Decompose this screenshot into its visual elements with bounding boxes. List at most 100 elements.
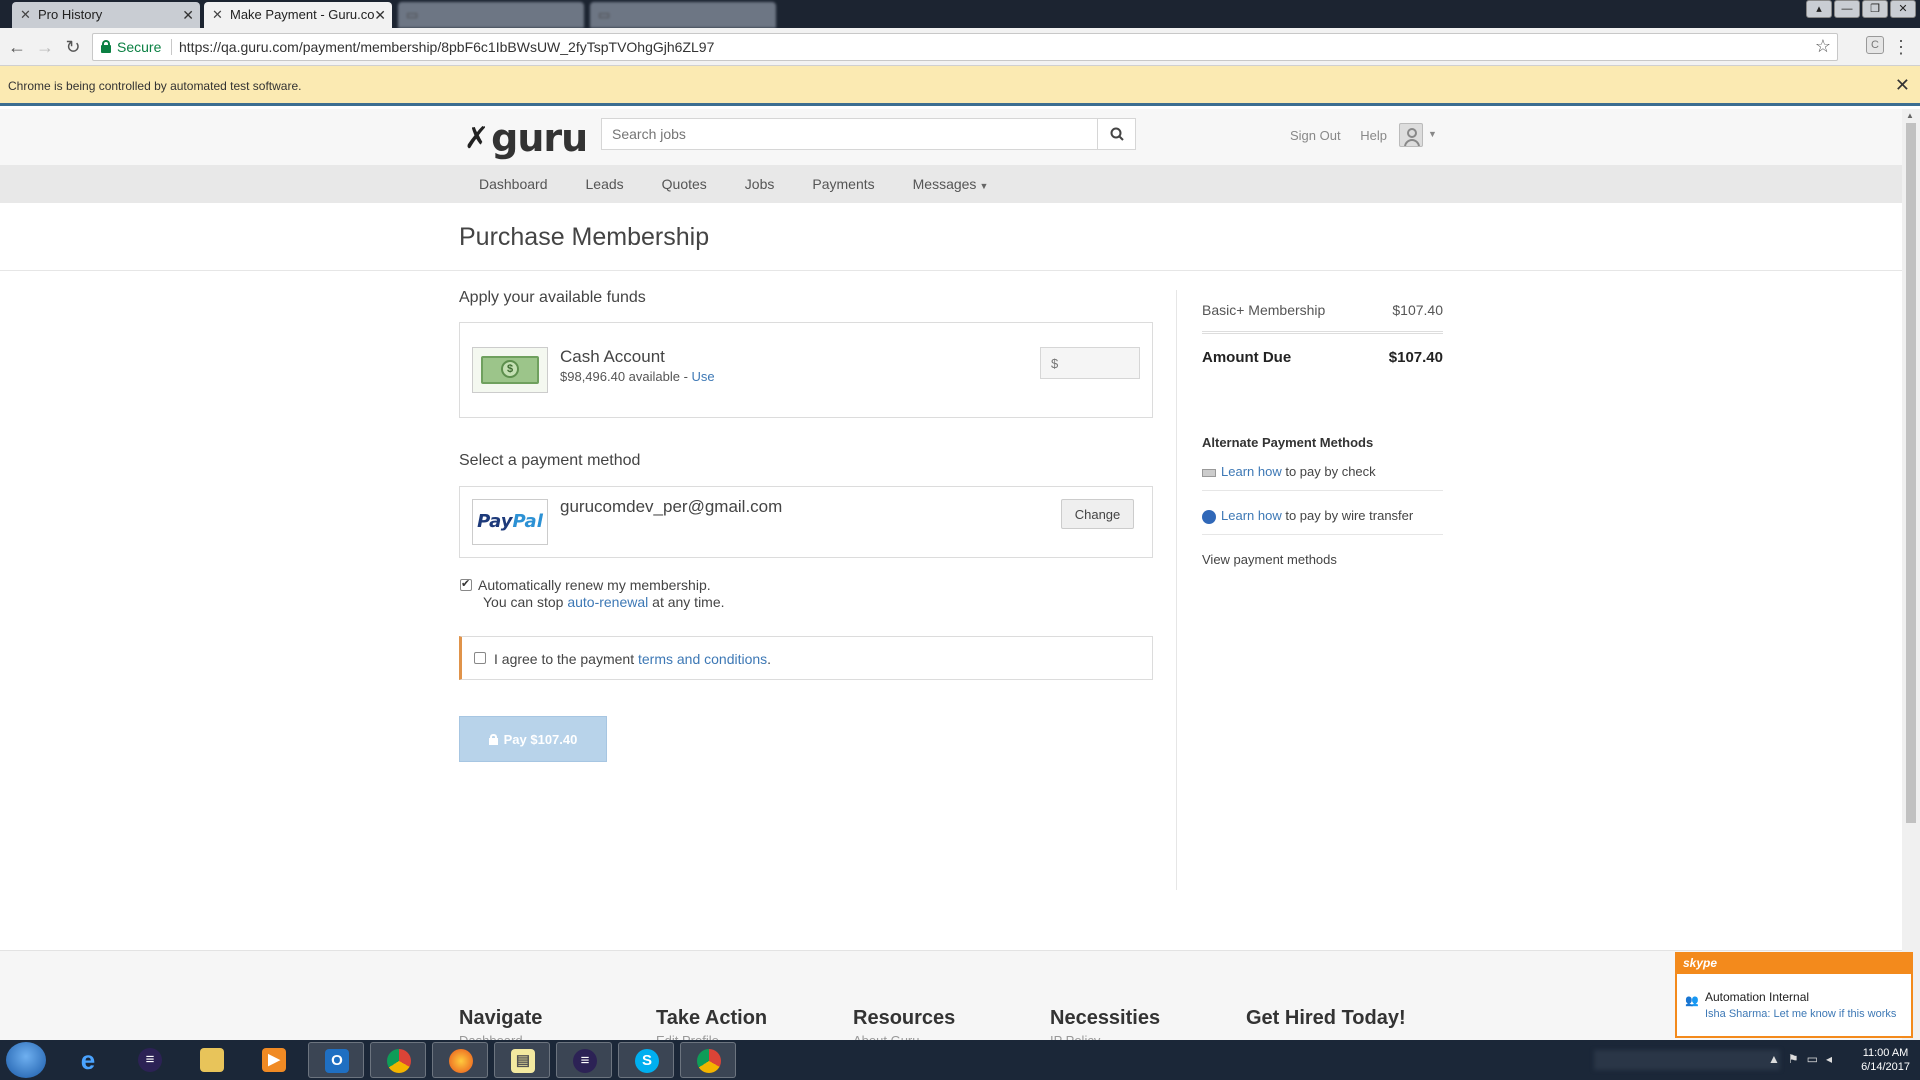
browser-tab-bar: ✕ Pro History ✕ ✕ Make Payment - Guru.co… [0,0,1920,28]
chevron-down-icon: ▼ [979,181,989,191]
terms-link[interactable]: terms and conditions [638,651,767,667]
taskbar-skype[interactable]: S [618,1042,674,1078]
use-funds-link[interactable]: Use [692,369,715,384]
infobar-text: Chrome is being controlled by automated … [8,79,302,93]
search-box [601,118,1136,150]
auto-renew-checkbox[interactable] [460,577,472,591]
sign-out-link[interactable]: Sign Out [1290,128,1341,143]
search-input[interactable] [602,119,1098,149]
extension-icon[interactable]: C [1866,36,1884,54]
terms-checkbox[interactable] [474,652,486,664]
tab-favicon-icon: ▭ [598,7,611,22]
tab-blurred-1[interactable]: ▭ [398,2,584,28]
cash-account-title: Cash Account [560,347,665,366]
taskbar-media-player[interactable]: ▶ [246,1042,302,1078]
amount-due: Amount Due $107.40 [1202,349,1443,366]
auto-renew-note: You can stop auto-renewal at any time. [483,594,725,610]
taskbar-notes[interactable]: ▤ [494,1042,550,1078]
globe-icon [1202,509,1216,524]
taskbar-internet-explorer[interactable]: e [60,1042,116,1078]
nav-messages[interactable]: Messages ▼ [894,176,1008,192]
funds-heading: Apply your available funds [459,289,646,306]
skype-chat-title: Automation Internal [1705,990,1810,1004]
system-tray-icons[interactable]: ▲⚑▭◂ [1768,1052,1840,1066]
firefox-icon [449,1049,473,1073]
scroll-up-icon[interactable]: ▲ [1906,111,1914,120]
restore-icon[interactable]: ❐ [1862,0,1888,18]
payment-method-card: PayPal gurucomdev_per@gmail.com Change [459,486,1153,558]
back-icon[interactable]: ← [4,34,30,60]
guru-favicon-icon: ✕ [212,7,223,22]
terms-label: I agree to the payment terms and conditi… [494,651,772,667]
tab-make-payment[interactable]: ✕ Make Payment - Guru.co ✕ [204,2,392,28]
taskbar-eclipse-2[interactable]: ≡ [556,1042,612,1078]
secure-label: Secure [117,39,162,55]
browser-toolbar: ← → ↻ Secure https://qa.guru.com/payment… [0,28,1920,66]
pay-button[interactable]: Pay $107.40 [459,716,607,762]
help-link[interactable]: Help [1360,128,1387,143]
nav-leads[interactable]: Leads [567,176,643,192]
skype-logo: skype [1683,956,1718,970]
taskbar-outlook[interactable]: O [308,1042,364,1078]
system-clock[interactable]: 11:00 AM 6/14/2017 [1861,1046,1910,1074]
url-text[interactable]: https://qa.guru.com/payment/membership/8… [179,39,714,55]
nav-payments[interactable]: Payments [793,176,893,192]
chrome-icon [387,1049,411,1073]
tab-close-icon[interactable]: ✕ [374,2,386,28]
tab-blurred-2[interactable]: ▭ [590,2,776,28]
search-icon [1110,127,1124,141]
automation-infobar: Chrome is being controlled by automated … [0,66,1920,106]
windows-start-icon[interactable] [6,1042,46,1078]
tab-pro-history[interactable]: ✕ Pro History ✕ [12,2,200,28]
outlook-icon: O [325,1049,349,1073]
scroll-thumb[interactable] [1906,123,1916,823]
close-window-icon[interactable]: ✕ [1890,0,1916,18]
tab-title: Pro History [38,7,103,22]
footer-necessities: Necessities [1050,1007,1161,1029]
tab-close-icon[interactable]: ✕ [182,2,194,28]
page-scrollbar[interactable]: ▲ [1902,109,1920,1040]
forward-icon[interactable]: → [32,34,58,60]
search-button[interactable] [1097,119,1135,149]
user-profile-icon[interactable]: ▴ [1806,0,1832,18]
learn-how-wire-link[interactable]: Learn how [1221,508,1282,523]
view-payment-methods-link[interactable]: View payment methods [1202,552,1337,567]
address-bar[interactable]: Secure https://qa.guru.com/payment/membe… [92,33,1838,61]
minimize-icon[interactable]: — [1834,0,1860,18]
taskbar-firefox[interactable] [432,1042,488,1078]
sticky-notes-icon: ▤ [511,1049,535,1073]
footer-navigate: Navigate [459,1007,543,1029]
change-payment-button[interactable]: Change [1061,499,1134,529]
footer-take-action: Take Action [656,1007,768,1029]
chevron-down-icon[interactable]: ▼ [1428,129,1437,139]
taskbar-chrome[interactable] [370,1042,426,1078]
nav-dashboard[interactable]: Dashboard [460,176,567,192]
skype-notification[interactable]: skype 👥 Automation Internal Isha Sharma:… [1675,952,1913,1038]
auto-renewal-link[interactable]: auto-renewal [567,594,648,610]
menu-icon[interactable]: ⋮ [1892,34,1910,60]
taskbar-chrome-2[interactable] [680,1042,736,1078]
internet-explorer-icon: e [80,1045,96,1075]
page-title: Purchase Membership [459,223,710,251]
taskbar-eclipse[interactable]: ≡ [122,1042,178,1078]
lock-icon [101,40,111,53]
nav-jobs[interactable]: Jobs [726,176,794,192]
check-icon [1202,468,1216,477]
nav-quotes[interactable]: Quotes [643,176,726,192]
membership-line-item: Basic+ Membership $107.40 [1202,302,1443,318]
avatar[interactable] [1399,123,1423,147]
learn-how-check-link[interactable]: Learn how [1221,464,1282,479]
bookmark-star-icon[interactable]: ☆ [1815,36,1831,57]
guru-logo[interactable]: ✗ guru [464,116,588,160]
skype-icon: S [635,1049,659,1073]
folder-icon [200,1048,224,1072]
reload-icon[interactable]: ↻ [60,34,86,60]
site-footer: Navigate Take Action Resources Necessiti… [0,950,1902,1048]
taskbar-file-explorer[interactable] [184,1042,240,1078]
auto-renew-label: Automatically renew my membership. [478,577,711,593]
close-icon[interactable]: ✕ [1895,75,1910,96]
chrome-icon [697,1049,721,1073]
cash-icon: $ [472,347,548,393]
funds-amount-input[interactable] [1040,347,1140,379]
lock-icon [488,733,498,745]
